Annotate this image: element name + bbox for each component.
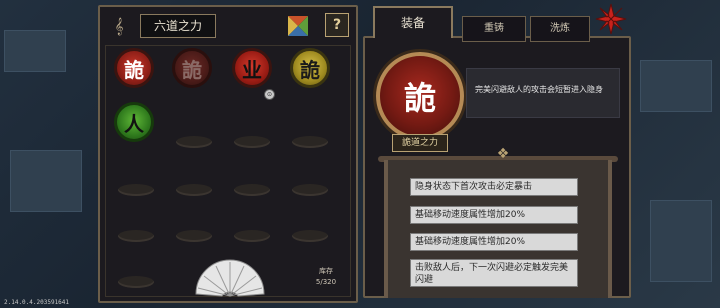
rune-slot[interactable]: 业: [232, 48, 272, 88]
building: [10, 150, 82, 212]
help-button[interactable]: ?: [325, 13, 349, 37]
inventory-title: 六道之力: [140, 14, 216, 38]
empty-slot[interactable]: [292, 184, 328, 196]
version-label: 2.14.0.4.203591641: [4, 299, 70, 306]
tab-wash[interactable]: 洗炼: [530, 16, 590, 42]
empty-slot[interactable]: [234, 136, 270, 148]
close-icon[interactable]: [594, 2, 628, 36]
effect-line: 基础移动速度属性增加20%: [410, 206, 578, 224]
fan-icon: [195, 259, 265, 297]
building: [4, 30, 66, 72]
empty-slot[interactable]: [292, 136, 328, 148]
empty-slot[interactable]: [176, 136, 212, 148]
selected-rune-icon: 詭: [376, 52, 464, 140]
selected-rune-description: 完美闪避敌人的攻击会短暂进入隐身: [466, 68, 620, 118]
selected-rune-name: 詭道之力: [392, 134, 448, 152]
empty-slot[interactable]: [176, 184, 212, 196]
storage-label: 库存: [319, 267, 333, 275]
effect-line: 击败敌人后，下一次闪避必定触发完美闪避: [410, 259, 578, 287]
tab-equip[interactable]: 装备: [373, 6, 453, 38]
rune-slot[interactable]: 詭: [172, 48, 212, 88]
building: [650, 200, 712, 282]
building: [640, 60, 712, 112]
equipped-badge: ⊙: [264, 89, 275, 100]
empty-slot[interactable]: [118, 230, 154, 242]
tangram-icon[interactable]: [287, 15, 309, 37]
empty-slot[interactable]: [118, 184, 154, 196]
empty-slot[interactable]: [292, 230, 328, 242]
rune-slot[interactable]: 詭: [290, 48, 330, 88]
bell-icon[interactable]: 𝄞: [108, 15, 130, 37]
empty-slot[interactable]: [234, 184, 270, 196]
empty-slot[interactable]: [234, 230, 270, 242]
tab-recast[interactable]: 重铸: [462, 16, 526, 42]
effect-line: 隐身状态下首次攻击必定暴击: [410, 178, 578, 196]
empty-slot[interactable]: [176, 230, 212, 242]
empty-slot[interactable]: [118, 276, 154, 288]
storage-count: 5/320: [315, 278, 337, 286]
effect-line: 基础移动速度属性增加20%: [410, 233, 578, 251]
rune-slot[interactable]: 人: [114, 102, 154, 142]
rune-slot[interactable]: 詭: [114, 48, 154, 88]
